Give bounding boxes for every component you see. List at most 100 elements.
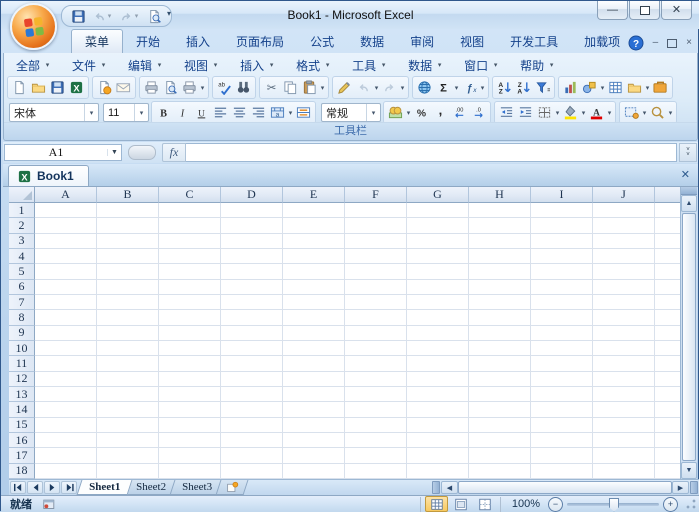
- cell-G9[interactable]: [407, 325, 469, 341]
- cell-F3[interactable]: [345, 233, 407, 249]
- cell-C17[interactable]: [159, 448, 221, 464]
- cell-B11[interactable]: [97, 356, 159, 372]
- row-header-12[interactable]: 12: [9, 371, 35, 387]
- cell-F7[interactable]: [345, 294, 407, 311]
- cell-partial[interactable]: [655, 264, 683, 280]
- cell-J1[interactable]: [593, 203, 655, 219]
- cell-D14[interactable]: [221, 402, 283, 418]
- last-sheet-icon[interactable]: [61, 481, 77, 494]
- cell-H4[interactable]: [469, 248, 531, 265]
- cell-B10[interactable]: [97, 340, 159, 357]
- cell-F9[interactable]: [345, 325, 407, 341]
- scroll-left-icon[interactable]: ◀: [441, 481, 458, 494]
- cell-H18[interactable]: [469, 463, 531, 479]
- macro-record-icon[interactable]: [42, 497, 56, 512]
- menu-item-插入[interactable]: 插入 ▾: [240, 57, 275, 74]
- menu-item-数据[interactable]: 数据 ▾: [408, 57, 443, 74]
- align-center-button[interactable]: [230, 103, 249, 122]
- cell-D12[interactable]: [221, 371, 283, 387]
- cell-A16[interactable]: [35, 432, 97, 449]
- first-sheet-icon[interactable]: [10, 481, 26, 494]
- align-left-button[interactable]: [211, 103, 230, 122]
- cell-A10[interactable]: [35, 340, 97, 357]
- scroll-up-icon[interactable]: ▲: [681, 195, 697, 212]
- align-right-button[interactable]: [249, 103, 268, 122]
- cell-H8[interactable]: [469, 310, 531, 326]
- cell-A5[interactable]: [35, 264, 97, 280]
- cell-E6[interactable]: [283, 279, 345, 295]
- increase-indent-button[interactable]: [516, 103, 535, 122]
- ribbon-tab-开始[interactable]: 开始: [123, 30, 173, 53]
- cell-C1[interactable]: [159, 203, 221, 219]
- resize-grip[interactable]: [684, 497, 697, 511]
- row-header-9[interactable]: 9: [9, 325, 35, 341]
- close-button[interactable]: ✕: [661, 1, 692, 20]
- currency-style-button-dropdown-icon[interactable]: ▾: [405, 109, 412, 117]
- bold-button[interactable]: B: [154, 103, 173, 122]
- cell-F14[interactable]: [345, 402, 407, 418]
- zoom-tool-button-dropdown-icon[interactable]: ▾: [667, 109, 674, 117]
- cell-B3[interactable]: [97, 233, 159, 249]
- cell-A12[interactable]: [35, 371, 97, 387]
- cell-A11[interactable]: [35, 356, 97, 372]
- cell-C9[interactable]: [159, 325, 221, 341]
- vertical-scrollbar[interactable]: ▲ ▼: [680, 187, 697, 479]
- cell-J6[interactable]: [593, 279, 655, 295]
- cell-E14[interactable]: [283, 402, 345, 418]
- fill-color-button-dropdown-icon[interactable]: ▾: [580, 109, 587, 117]
- cell-J16[interactable]: [593, 432, 655, 449]
- spelling-button[interactable]: ab: [215, 78, 234, 97]
- cell-partial[interactable]: [655, 386, 683, 403]
- zoom-in-icon[interactable]: +: [663, 496, 678, 512]
- cell-I12[interactable]: [531, 371, 593, 387]
- next-sheet-icon[interactable]: [44, 481, 60, 494]
- zoom-out-icon[interactable]: −: [548, 496, 563, 512]
- column-header-J[interactable]: J: [593, 187, 655, 203]
- cell-G13[interactable]: [407, 386, 469, 403]
- vertical-scroll-thumb[interactable]: [682, 213, 696, 461]
- cell-I4[interactable]: [531, 248, 593, 265]
- cell-C16[interactable]: [159, 432, 221, 449]
- cell-E8[interactable]: [283, 310, 345, 326]
- cell-I13[interactable]: [531, 386, 593, 403]
- cell-A2[interactable]: [35, 218, 97, 234]
- cell-A9[interactable]: [35, 325, 97, 341]
- cell-partial[interactable]: [655, 371, 683, 387]
- cell-partial[interactable]: [655, 248, 683, 265]
- cell-H1[interactable]: [469, 203, 531, 219]
- cell-J4[interactable]: [593, 248, 655, 265]
- autosum-button[interactable]: Σ: [434, 78, 453, 97]
- insert-function-button[interactable]: ƒx: [460, 78, 479, 97]
- row-header-8[interactable]: 8: [9, 310, 35, 326]
- insert-function-button-dropdown-icon[interactable]: ▾: [479, 84, 486, 92]
- cell-G8[interactable]: [407, 310, 469, 326]
- cell-D3[interactable]: [221, 233, 283, 249]
- page-break-view-icon[interactable]: [473, 496, 496, 512]
- currency-style-button[interactable]: [386, 103, 405, 122]
- zoom-slider-thumb[interactable]: [609, 497, 619, 512]
- cell-B16[interactable]: [97, 432, 159, 449]
- cell-I8[interactable]: [531, 310, 593, 326]
- cell-I7[interactable]: [531, 294, 593, 311]
- menu-item-帮助[interactable]: 帮助 ▾: [520, 57, 555, 74]
- cell-I16[interactable]: [531, 432, 593, 449]
- cell-G7[interactable]: [407, 294, 469, 311]
- borders-button-dropdown-icon[interactable]: ▾: [554, 109, 561, 117]
- insert-worksheet-icon[interactable]: [215, 480, 249, 495]
- cell-F4[interactable]: [345, 248, 407, 265]
- cell-I5[interactable]: [531, 264, 593, 280]
- workbook-restore-button[interactable]: [667, 38, 678, 48]
- ribbon-tab-插入[interactable]: 插入: [173, 30, 223, 53]
- cell-partial[interactable]: [655, 432, 683, 449]
- cell-D11[interactable]: [221, 356, 283, 372]
- column-header-I[interactable]: I: [531, 187, 593, 203]
- cell-I6[interactable]: [531, 279, 593, 295]
- percent-style-button[interactable]: %: [412, 103, 431, 122]
- cell-F2[interactable]: [345, 218, 407, 234]
- zoom-tool-button[interactable]: [648, 103, 667, 122]
- underline-button[interactable]: U: [192, 103, 211, 122]
- cell-A18[interactable]: [35, 463, 97, 479]
- cell-F1[interactable]: [345, 203, 407, 219]
- column-header-C[interactable]: C: [159, 187, 221, 203]
- menu-item-全部[interactable]: 全部 ▾: [16, 57, 51, 74]
